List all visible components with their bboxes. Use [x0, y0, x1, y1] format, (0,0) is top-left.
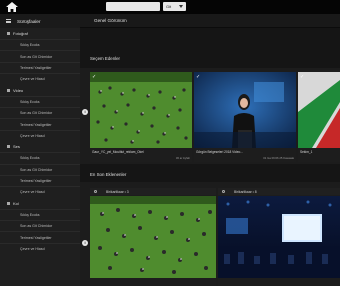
- card-header: Birikarlikaar • 8: [218, 188, 340, 195]
- sidebar-item[interactable]: Son as Git Chimidor: [0, 50, 80, 61]
- sidebar-item[interactable]: Çevre ve Hiasd: [0, 242, 80, 254]
- video-icon: [7, 88, 10, 92]
- thumbnail-field: [90, 72, 192, 148]
- sidebar-section-other[interactable]: Kol: [0, 198, 80, 209]
- sidebar-item[interactable]: Sıkkş Ecoks: [0, 39, 80, 50]
- media-card[interactable]: Birikarlikaar • 8: [218, 188, 340, 286]
- media-title: Gaur_YC_yel_Mouitlut_reklam_Okel: [92, 150, 144, 154]
- sidebar: Sürüşfaaler Fotoğraf Sıkkş Ecoks Son as …: [0, 14, 80, 286]
- search-input[interactable]: [106, 2, 160, 11]
- sidebar-section-label: Fotoğraf: [13, 31, 28, 36]
- menu-icon[interactable]: [6, 19, 11, 23]
- media-card[interactable]: ✓ Görgün Belgeseleri 2018 Video... 01 Ga…: [194, 72, 296, 162]
- sidebar-item[interactable]: Çevre ve Hiasd: [0, 73, 80, 84]
- photo-icon: [7, 32, 10, 35]
- media-card[interactable]: ✓ Sekim_1: [298, 72, 340, 162]
- checkmark-icon[interactable]: ✓: [92, 74, 96, 80]
- go-dropdown-label: Git: [166, 4, 172, 9]
- media-date: 30 ar Ayfah: [175, 156, 190, 160]
- audio-icon: [7, 145, 10, 149]
- sidebar-section-video[interactable]: Video: [0, 85, 80, 96]
- sidebar-section-photo[interactable]: Fotoğraf: [0, 28, 80, 39]
- home-icon[interactable]: [6, 2, 18, 12]
- go-dropdown[interactable]: Git: [163, 2, 186, 11]
- page-title: Genel Görünüm: [80, 14, 340, 28]
- media-date: 01 Ga 09:06 25 Kasasak: [263, 156, 294, 160]
- sidebar-item[interactable]: Terimesl Yasligetiler: [0, 231, 80, 242]
- media-title: Birikarlikaar • 8: [234, 189, 257, 194]
- card-header: Birikarlikaar • 3: [90, 188, 216, 195]
- checkmark-icon[interactable]: ✓: [196, 74, 200, 80]
- sidebar-section-label: Kol: [13, 200, 19, 206]
- thumbnail-presenter: [194, 72, 296, 148]
- sidebar-item[interactable]: Terimesl Yasligetiler: [0, 118, 80, 129]
- checkmark-icon[interactable]: ✓: [300, 74, 304, 80]
- sidebar-item[interactable]: Çevre ve Hiasd: [0, 129, 80, 141]
- media-card[interactable]: ✓ Gaur_YC_yel_Mouitlut_reklam_Okel 30 ar…: [90, 72, 192, 162]
- section-title-recent: En Son Eklenenler: [90, 172, 127, 177]
- media-title: Görgün Belgeseleri 2018 Video...: [196, 150, 243, 154]
- sidebar-section-label: Ses: [13, 144, 20, 150]
- sidebar-section-label: Video: [13, 87, 24, 93]
- media-title: Birikarlikaar • 3: [106, 189, 129, 194]
- sidebar-item[interactable]: Son as Git Chimidor: [0, 220, 80, 231]
- sidebar-item[interactable]: Terimesl Yasligetiler: [0, 61, 80, 73]
- thumbnail-flag: [298, 72, 340, 148]
- sidebar-title: Sürüşfaaler: [17, 18, 41, 24]
- sidebar-item[interactable]: Çevre ve Hiasd: [0, 186, 80, 197]
- thumbnail-stage: [218, 196, 340, 278]
- sidebar-section-audio[interactable]: Ses: [0, 141, 80, 152]
- sidebar-item[interactable]: Sıkkş Ecoks: [0, 95, 80, 107]
- folder-icon: [7, 201, 10, 205]
- sidebar-item[interactable]: Sıkkş Ecoks: [0, 152, 80, 163]
- stack-icon: [222, 190, 225, 193]
- info-icon[interactable]: i: [82, 109, 88, 115]
- sidebar-item[interactable]: Terimesl Yasligetiler: [0, 174, 80, 186]
- top-bar: Git: [0, 0, 340, 14]
- chevron-down-icon: [179, 5, 183, 8]
- sidebar-item[interactable]: Son as Git Chimidor: [0, 106, 80, 118]
- thumbnail-field: [90, 196, 216, 278]
- sidebar-item[interactable]: Son as Git Chimidor: [0, 163, 80, 175]
- section-title-featured: Seçem Edenler: [90, 56, 121, 61]
- media-card[interactable]: Birikarlikaar • 3: [90, 188, 216, 286]
- info-icon[interactable]: i: [82, 240, 88, 246]
- sidebar-item[interactable]: Sıkkş Ecoks: [0, 208, 80, 220]
- main-panel: Genel Görünüm Seçem Edenler i ✓ Gaur_YC_…: [80, 14, 340, 286]
- media-title: Sekim_1: [300, 150, 313, 154]
- stack-icon: [94, 190, 97, 193]
- sidebar-header: Sürüşfaaler: [0, 14, 80, 28]
